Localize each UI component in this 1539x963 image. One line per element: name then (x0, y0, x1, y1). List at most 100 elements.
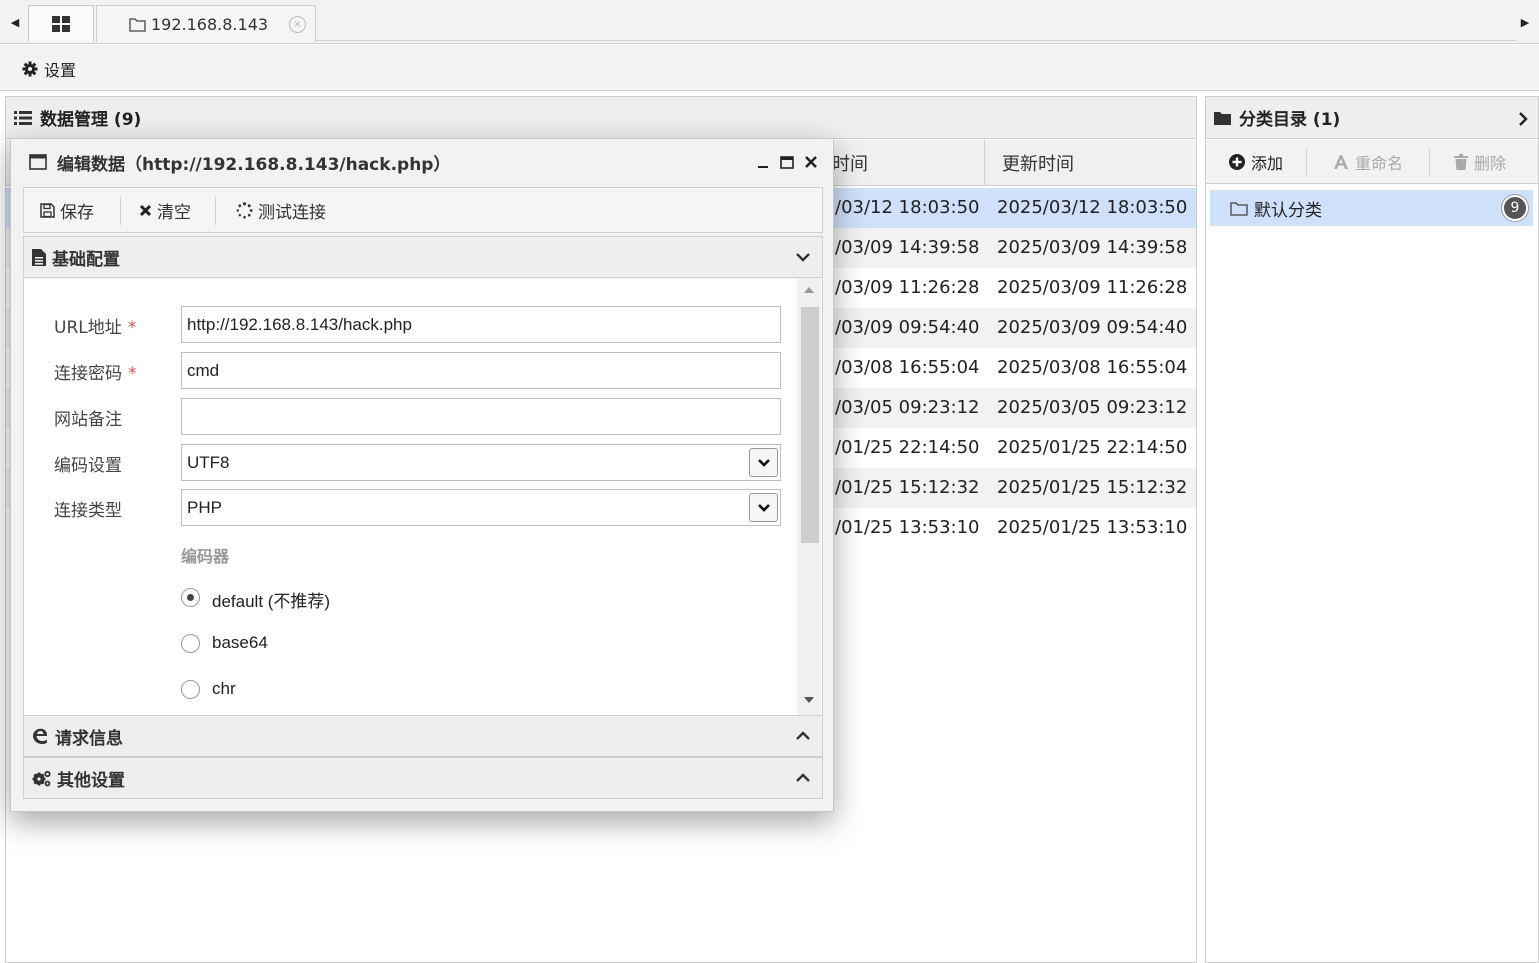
chevron-up-icon (796, 773, 810, 782)
category-panel: 分类目录 (1) 添加 重命名 删除 默认分类 9 (1205, 96, 1539, 963)
scroll-down-icon[interactable] (804, 697, 814, 703)
window-icon (29, 154, 47, 170)
minimize-button[interactable] (753, 151, 773, 173)
tab-bar: ◀ 192.168.8.143 × ▶ (0, 0, 1539, 44)
cell-created-time: /01/25 15:12:32 (835, 477, 980, 498)
cell-updated-time: 2025/03/05 09:23:12 (997, 397, 1188, 418)
tab-home[interactable] (28, 5, 94, 42)
clear-button[interactable]: 清空 (139, 188, 191, 232)
category-panel-header: 分类目录 (1) (1206, 97, 1538, 139)
rename-category-button[interactable]: 重命名 (1333, 140, 1403, 184)
toolbar-divider (215, 197, 216, 225)
scroll-left-button[interactable]: ◀ (4, 4, 26, 40)
type-value: PHP (187, 498, 222, 517)
delete-label: 删除 (1474, 154, 1507, 173)
section-basic-header[interactable]: 基础配置 (23, 236, 823, 278)
minimize-icon (758, 166, 768, 168)
chevron-down-icon (796, 253, 810, 262)
edge-icon (33, 728, 48, 744)
encoding-value: UTF8 (187, 453, 230, 472)
cell-updated-time: 2025/01/25 22:14:50 (997, 437, 1188, 458)
clear-label: 清空 (157, 202, 191, 223)
type-label: 连接类型 (54, 501, 122, 521)
list-icon (14, 110, 32, 125)
cell-created-time: /03/09 14:39:58 (835, 237, 980, 258)
scroll-up-icon[interactable] (804, 287, 814, 293)
grid-icon (52, 16, 70, 32)
category-count-badge: 9 (1502, 195, 1528, 221)
close-tab-icon[interactable]: × (289, 16, 306, 33)
dialog-title-bar[interactable]: 编辑数据（http://192.168.8.143/hack.php） (11, 139, 833, 185)
dialog-toolbar: 保存 清空 测试连接 (23, 187, 823, 233)
cell-updated-time: 2025/03/09 11:26:28 (997, 277, 1188, 298)
encoder-radio-chr[interactable] (181, 680, 200, 699)
test-connection-button[interactable]: 测试连接 (236, 188, 326, 232)
cell-updated-time: 2025/03/09 14:39:58 (997, 237, 1188, 258)
col-updated-header[interactable]: 更新时间 (1002, 140, 1074, 186)
password-input[interactable]: cmd (181, 352, 781, 389)
encoder-heading: 编码器 (181, 547, 230, 566)
gears-icon (32, 770, 51, 786)
settings-label: 设置 (44, 61, 77, 80)
save-icon (40, 202, 55, 218)
cell-created-time: /03/09 09:54:40 (835, 317, 980, 338)
encoding-label: 编码设置 (54, 456, 122, 476)
maximize-icon (780, 155, 794, 169)
tab-host[interactable]: 192.168.8.143 × (96, 5, 316, 42)
times-icon (139, 204, 152, 216)
url-input[interactable]: http://192.168.8.143/hack.php (181, 306, 781, 343)
cell-created-time: /03/09 11:26:28 (835, 277, 980, 298)
dialog-title: 编辑数据（http://192.168.8.143/hack.php） (57, 154, 451, 175)
settings-button[interactable]: 设置 (22, 57, 76, 81)
font-icon (1334, 155, 1348, 169)
toolbar-divider (120, 197, 121, 225)
category-item-default[interactable]: 默认分类 9 (1210, 190, 1533, 226)
encoder-radio-base64[interactable] (181, 634, 200, 653)
maximize-button[interactable] (777, 151, 797, 173)
col-created-header[interactable]: 时间 (832, 140, 868, 186)
scroll-right-button[interactable]: ▶ (1514, 4, 1536, 40)
basic-config-form: URL地址 * http://192.168.8.143/hack.php 连接密… (23, 279, 823, 715)
trash-icon (1454, 154, 1468, 170)
cell-updated-time: 2025/03/09 09:54:40 (997, 317, 1188, 338)
gear-icon (22, 61, 38, 77)
cell-created-time: /03/12 18:03:50 (835, 197, 980, 218)
close-button[interactable] (801, 151, 821, 173)
dropdown-button[interactable] (749, 493, 778, 522)
data-panel-title: 数据管理 (9) (40, 110, 142, 130)
settings-bar: 设置 (0, 45, 1539, 91)
file-text-icon (32, 248, 46, 266)
encoder-label-default[interactable]: default (不推荐) (212, 587, 330, 612)
col-divider (984, 140, 985, 186)
chevron-down-icon (757, 458, 770, 467)
rename-label: 重命名 (1355, 154, 1404, 173)
dropdown-button[interactable] (749, 448, 778, 477)
encoder-radio-default[interactable] (181, 588, 200, 607)
scrollbar-thumb[interactable] (801, 307, 819, 543)
chevron-up-icon (796, 731, 810, 740)
password-label: 连接密码 * (54, 364, 137, 384)
category-label: 默认分类 (1254, 200, 1322, 221)
plus-circle-icon (1229, 154, 1245, 170)
test-connection-label: 测试连接 (258, 202, 326, 223)
encoder-label-base64[interactable]: base64 (212, 633, 268, 653)
delete-category-button[interactable]: 删除 (1454, 140, 1506, 184)
save-button[interactable]: 保存 (40, 188, 94, 232)
close-icon (805, 156, 817, 168)
section-request-header[interactable]: 请求信息 (23, 715, 823, 757)
cell-created-time: /03/05 09:23:12 (835, 397, 980, 418)
category-toolbar: 添加 重命名 删除 (1206, 140, 1538, 184)
cell-updated-time: 2025/01/25 13:53:10 (997, 517, 1188, 538)
encoder-label-chr[interactable]: chr (212, 679, 236, 699)
cell-created-time: /01/25 22:14:50 (835, 437, 980, 458)
url-label: URL地址 * (54, 318, 137, 338)
add-category-button[interactable]: 添加 (1229, 140, 1283, 184)
encoding-select[interactable]: UTF8 (181, 444, 781, 481)
cell-updated-time: 2025/03/08 16:55:04 (997, 357, 1188, 378)
chevron-right-icon[interactable] (1518, 111, 1528, 127)
cell-created-time: /03/08 16:55:04 (835, 357, 980, 378)
note-input[interactable] (181, 398, 781, 435)
section-other-header[interactable]: 其他设置 (23, 757, 823, 799)
type-select[interactable]: PHP (181, 489, 781, 526)
chevron-down-icon (757, 503, 770, 512)
